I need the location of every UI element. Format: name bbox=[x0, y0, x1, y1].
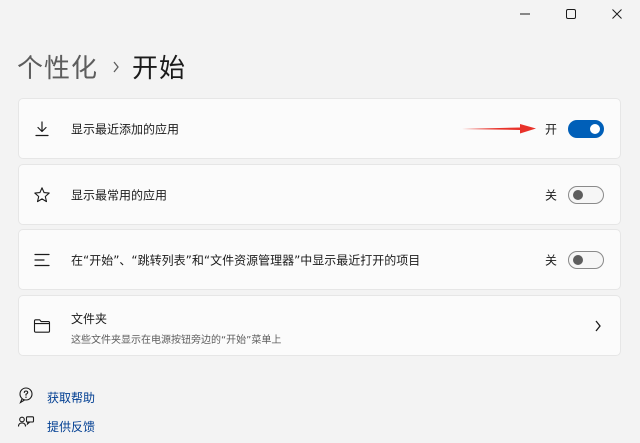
folder-icon bbox=[33, 317, 51, 335]
toggle-knob bbox=[573, 254, 583, 265]
most-used-toggle[interactable] bbox=[568, 185, 604, 204]
recently-added-toggle[interactable] bbox=[568, 119, 604, 138]
maximize-icon bbox=[566, 9, 576, 19]
setting-label: 在“开始”、“跳转列表”和“文件资源管理器”中显示最近打开的项目 bbox=[71, 253, 421, 267]
chevron-right-icon bbox=[112, 61, 120, 73]
folders-subtitle: 这些文件夹显示在电源按钮旁边的“开始”菜单上 bbox=[71, 335, 282, 346]
list-icon bbox=[33, 251, 51, 269]
setting-label: 显示最近添加的应用 bbox=[71, 122, 180, 136]
get-help-label: 获取帮助 bbox=[47, 390, 96, 405]
star-icon bbox=[33, 186, 51, 204]
download-icon bbox=[33, 120, 51, 138]
minimize-button[interactable] bbox=[502, 0, 548, 28]
close-button[interactable] bbox=[594, 0, 640, 28]
setting-label: 显示最常用的应用 bbox=[71, 188, 168, 202]
close-icon bbox=[612, 9, 622, 19]
breadcrumb: 个性化 开始 bbox=[17, 48, 186, 85]
breadcrumb-parent[interactable]: 个性化 bbox=[17, 48, 98, 85]
maximize-button[interactable] bbox=[548, 0, 594, 28]
help-icon bbox=[17, 386, 35, 408]
toggle-knob bbox=[573, 189, 583, 200]
recent-items-toggle[interactable] bbox=[568, 250, 604, 269]
toggle-state-label: 开 bbox=[544, 122, 557, 136]
setting-folders[interactable]: 文件夹 这些文件夹显示在电源按钮旁边的“开始”菜单上 bbox=[18, 295, 621, 356]
toggle-state-label: 关 bbox=[544, 253, 557, 267]
get-help-link[interactable]: 获取帮助 bbox=[17, 386, 95, 408]
annotation-arrow-icon bbox=[462, 124, 536, 134]
toggle-knob bbox=[590, 123, 600, 134]
page-title: 开始 bbox=[132, 54, 187, 84]
setting-most-used: 显示最常用的应用 关 bbox=[18, 164, 621, 225]
window-controls bbox=[502, 0, 640, 28]
setting-recent-items: 在“开始”、“跳转列表”和“文件资源管理器”中显示最近打开的项目 关 bbox=[18, 229, 621, 290]
folders-title: 文件夹 bbox=[71, 312, 108, 326]
feedback-link[interactable]: 提供反馈 bbox=[17, 415, 95, 437]
chevron-right-icon bbox=[594, 320, 602, 332]
toggle-state-label: 关 bbox=[544, 188, 557, 202]
minimize-icon bbox=[520, 13, 530, 15]
feedback-label: 提供反馈 bbox=[47, 419, 96, 434]
feedback-icon bbox=[17, 415, 35, 437]
